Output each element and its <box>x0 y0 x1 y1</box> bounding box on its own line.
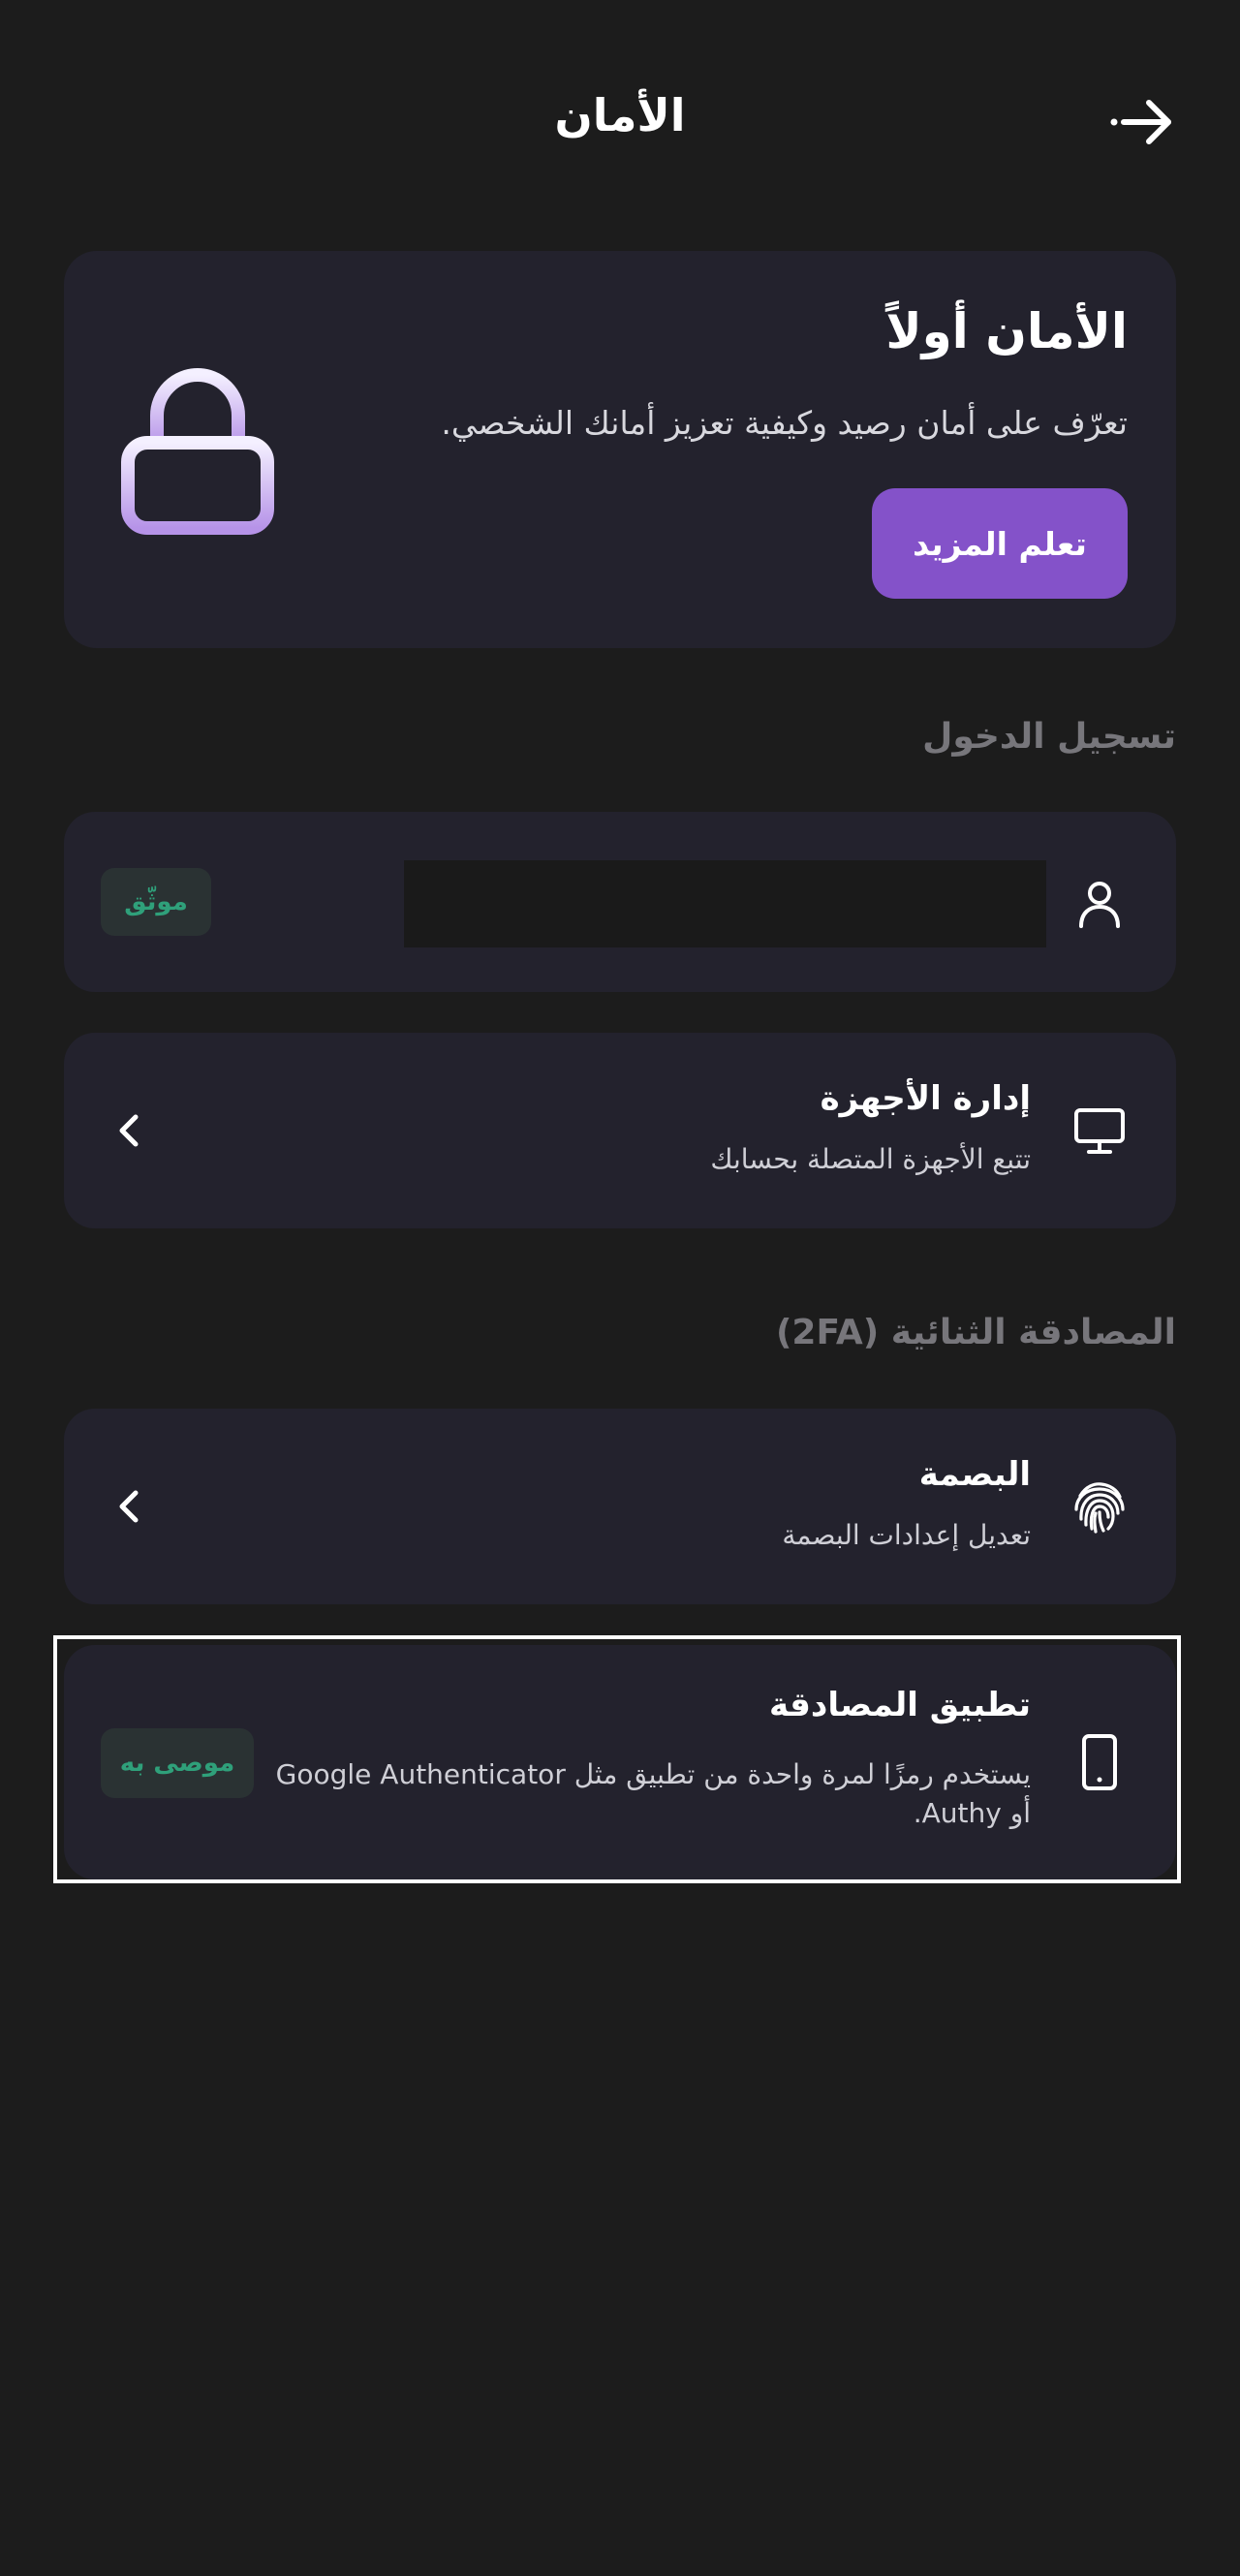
manage-devices-subtitle: تتبع الأجهزة المتصلة بحسابك <box>710 1143 1031 1175</box>
lock-icon <box>116 365 279 540</box>
twofa-section-label: المصادقة الثنائية (2FA) <box>775 1313 1176 1352</box>
fingerprint-title: البصمة <box>918 1455 1031 1494</box>
top-bar: الأمان <box>0 0 1240 242</box>
manage-devices-title: إدارة الأجهزة <box>820 1079 1031 1118</box>
hero-title: الأمان أولاً <box>885 303 1128 359</box>
hero-description: تعرّف على أمان رصيد وكيفية تعزيز أمانك ا… <box>441 404 1128 442</box>
learn-more-button[interactable]: تعلم المزيد <box>872 488 1128 599</box>
fingerprint-subtitle: تعديل إعدادات البصمة <box>782 1519 1031 1551</box>
chevron-left-icon <box>114 1485 143 1528</box>
account-row[interactable]: موثّق <box>64 812 1176 992</box>
login-section-label: تسجيل الدخول <box>922 717 1176 757</box>
monitor-icon <box>1071 1102 1128 1159</box>
fingerprint-icon <box>1071 1478 1128 1535</box>
page-title: الأمان <box>554 89 686 141</box>
selection-highlight <box>53 1635 1181 1883</box>
arrow-right-icon <box>1110 100 1171 144</box>
back-button[interactable] <box>1104 87 1178 161</box>
redacted-account-info <box>404 860 1046 947</box>
verified-badge: موثّق <box>101 868 211 936</box>
user-icon <box>1071 874 1128 930</box>
chevron-left-icon <box>114 1109 143 1152</box>
security-hero-card: الأمان أولاً تعرّف على أمان رصيد وكيفية … <box>64 251 1176 648</box>
fingerprint-row[interactable]: البصمة تعديل إعدادات البصمة <box>64 1409 1176 1604</box>
manage-devices-row[interactable]: إدارة الأجهزة تتبع الأجهزة المتصلة بحساب… <box>64 1033 1176 1228</box>
